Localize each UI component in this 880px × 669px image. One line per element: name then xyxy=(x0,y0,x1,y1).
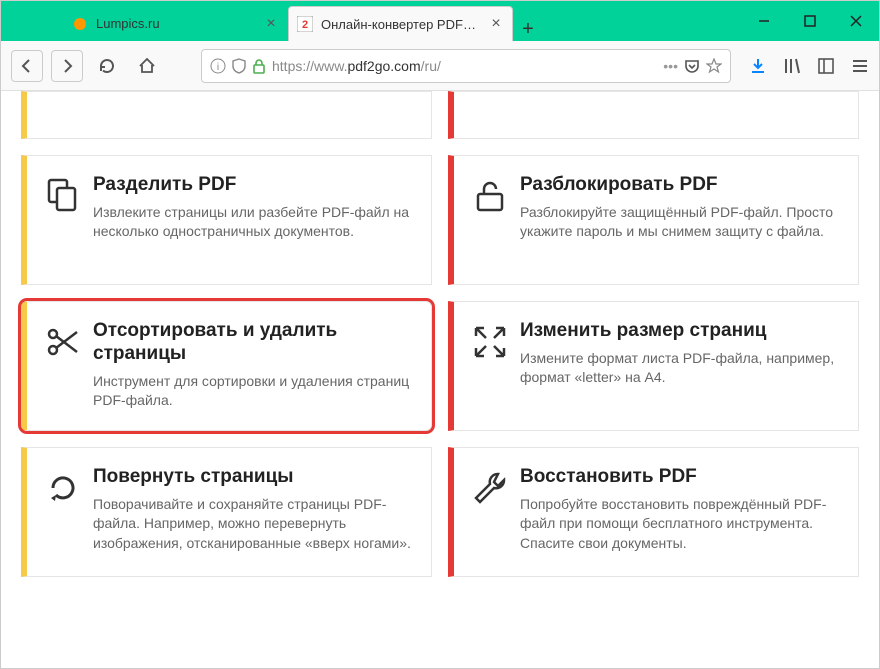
sidebar-icon[interactable] xyxy=(817,57,835,75)
card-title: Разблокировать PDF xyxy=(520,174,842,197)
pocket-icon[interactable] xyxy=(684,58,700,74)
card-resize-pages[interactable]: Изменить размер страниц Измените формат … xyxy=(448,301,859,431)
minimize-button[interactable] xyxy=(741,1,787,41)
card-title: Разделить PDF xyxy=(93,174,415,197)
shield-icon[interactable] xyxy=(232,58,246,74)
card-desc: Измените формат листа PDF-файла, наприме… xyxy=(520,349,842,388)
info-icon[interactable]: i xyxy=(210,58,226,74)
card-title: Восстановить PDF xyxy=(520,466,842,489)
card-stub-right[interactable] xyxy=(448,91,859,139)
url-path: /ru/ xyxy=(421,58,441,74)
lock-icon[interactable] xyxy=(252,58,266,74)
card-title: Изменить размер страниц xyxy=(520,320,842,343)
tab-title: Lumpics.ru xyxy=(96,16,255,31)
tab-title: Онлайн-конвертер PDF-файл xyxy=(321,17,480,32)
tabs-strip: Lumpics.ru × 2 Онлайн-конвертер PDF-файл… xyxy=(1,1,741,41)
window-titlebar: Lumpics.ru × 2 Онлайн-конвертер PDF-файл… xyxy=(1,1,879,41)
downloads-icon[interactable] xyxy=(749,57,767,75)
nav-toolbar: i https://www.pdf2go.com/ru/ ••• xyxy=(1,41,879,91)
card-sort-delete[interactable]: Отсортировать и удалить страницы Инструм… xyxy=(21,301,432,431)
new-tab-button[interactable]: + xyxy=(513,18,543,41)
card-stub-left[interactable] xyxy=(21,91,432,139)
tab-lumpics[interactable]: Lumpics.ru × xyxy=(63,6,288,41)
card-rotate-pages[interactable]: Повернуть страницы Поворачивайте и сохра… xyxy=(21,447,432,577)
expand-icon xyxy=(470,320,520,412)
card-split-pdf[interactable]: Разделить PDF Извлеките страницы или раз… xyxy=(21,155,432,285)
window-controls xyxy=(741,1,879,41)
wrench-icon xyxy=(470,466,520,558)
scissors-icon xyxy=(43,320,93,412)
back-button[interactable] xyxy=(11,50,43,82)
card-title: Повернуть страницы xyxy=(93,466,415,489)
page-content[interactable]: Разделить PDF Извлеките страницы или раз… xyxy=(1,91,879,668)
card-repair-pdf[interactable]: Восстановить PDF Попробуйте восстановить… xyxy=(448,447,859,577)
card-desc: Разблокируйте защищённый PDF-файл. Прост… xyxy=(520,203,842,242)
favicon-pdf2go: 2 xyxy=(297,16,313,32)
library-icon[interactable] xyxy=(783,57,801,75)
url-bar[interactable]: i https://www.pdf2go.com/ru/ ••• xyxy=(201,49,731,83)
card-desc: Инструмент для сортировки и удаления стр… xyxy=(93,372,415,411)
card-desc: Поворачивайте и сохраняйте страницы PDF-… xyxy=(93,495,415,554)
card-title: Отсортировать и удалить страницы xyxy=(93,320,415,366)
page-actions-icon[interactable]: ••• xyxy=(663,58,678,74)
bookmark-star-icon[interactable] xyxy=(706,58,722,74)
close-icon[interactable]: × xyxy=(488,16,504,32)
forward-button[interactable] xyxy=(51,50,83,82)
menu-icon[interactable] xyxy=(851,57,869,75)
rotate-icon xyxy=(43,466,93,558)
close-window-button[interactable] xyxy=(833,1,879,41)
reload-button[interactable] xyxy=(91,50,123,82)
close-icon[interactable]: × xyxy=(263,16,279,32)
tab-pdf2go[interactable]: 2 Онлайн-конвертер PDF-файл × xyxy=(288,6,513,41)
toolbar-right xyxy=(749,57,869,75)
unlock-icon xyxy=(470,174,520,266)
card-unlock-pdf[interactable]: Разблокировать PDF Разблокируйте защищён… xyxy=(448,155,859,285)
svg-text:2: 2 xyxy=(302,19,308,31)
copy-pages-icon xyxy=(43,174,93,266)
card-desc: Извлеките страницы или разбейте PDF-файл… xyxy=(93,203,415,242)
url-domain: pdf2go.com xyxy=(347,58,420,74)
svg-text:i: i xyxy=(217,62,219,73)
maximize-button[interactable] xyxy=(787,1,833,41)
url-text: https://www.pdf2go.com/ru/ xyxy=(272,58,441,74)
url-prefix: https://www. xyxy=(272,58,347,74)
tools-grid: Разделить PDF Извлеките страницы или раз… xyxy=(21,91,859,577)
favicon-lumpics xyxy=(72,16,88,32)
card-desc: Попробуйте восстановить повреждённый PDF… xyxy=(520,495,842,554)
home-button[interactable] xyxy=(131,50,163,82)
